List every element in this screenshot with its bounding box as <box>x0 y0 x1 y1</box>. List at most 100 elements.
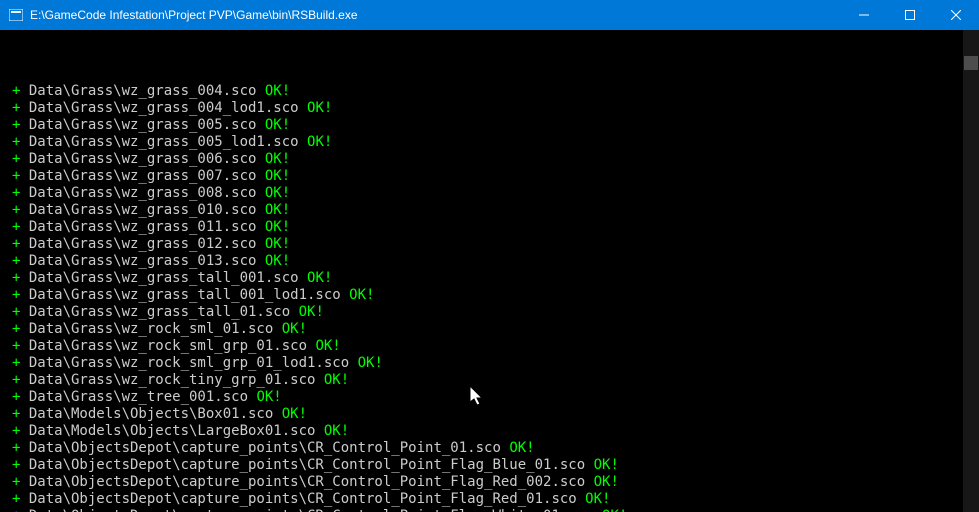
plus-prefix: + <box>12 168 29 184</box>
file-path: Data\Grass\wz_rock_tiny_grp_01.sco <box>29 372 316 388</box>
file-path: Data\Models\Objects\Box01.sco <box>29 406 273 422</box>
console-line: + Data\Grass\wz_rock_sml_grp_01.sco OK! <box>12 338 975 355</box>
file-path: Data\Grass\wz_grass_004.sco <box>29 83 257 99</box>
file-path: Data\ObjectsDepot\capture_points\CR_Cont… <box>29 491 577 507</box>
plus-prefix: + <box>12 508 29 512</box>
status-ok: OK! <box>324 423 349 439</box>
plus-prefix: + <box>12 100 29 116</box>
console-line: + Data\Grass\wz_grass_tall_001_lod1.sco … <box>12 287 975 304</box>
plus-prefix: + <box>12 134 29 150</box>
status-ok: OK! <box>265 236 290 252</box>
file-path: Data\Grass\wz_grass_013.sco <box>29 253 257 269</box>
file-path: Data\Grass\wz_grass_006.sco <box>29 151 257 167</box>
console-line: + Data\ObjectsDepot\capture_points\CR_Co… <box>12 457 975 474</box>
file-path: Data\ObjectsDepot\capture_points\CR_Cont… <box>29 508 594 512</box>
file-path: Data\Grass\wz_grass_007.sco <box>29 168 257 184</box>
window-controls <box>841 0 979 30</box>
window-title: E:\GameCode Infestation\Project PVP\Game… <box>30 8 841 22</box>
status-ok: OK! <box>307 100 332 116</box>
plus-prefix: + <box>12 372 29 388</box>
console-line: + Data\Grass\wz_rock_sml_grp_01_lod1.sco… <box>12 355 975 372</box>
plus-prefix: + <box>12 389 29 405</box>
console-output[interactable]: + Data\Grass\wz_grass_004.sco OK!+ Data\… <box>0 30 979 512</box>
console-line: + Data\Models\Objects\LargeBox01.sco OK! <box>12 423 975 440</box>
plus-prefix: + <box>12 474 29 490</box>
file-path: Data\Grass\wz_grass_tall_001.sco <box>29 270 299 286</box>
status-ok: OK! <box>265 202 290 218</box>
maximize-button[interactable] <box>887 0 933 30</box>
plus-prefix: + <box>12 423 29 439</box>
plus-prefix: + <box>12 321 29 337</box>
file-path: Data\ObjectsDepot\capture_points\CR_Cont… <box>29 474 585 490</box>
status-ok: OK! <box>265 151 290 167</box>
console-line: + Data\Grass\wz_grass_013.sco OK! <box>12 253 975 270</box>
console-line: + Data\Grass\wz_grass_004_lod1.sco OK! <box>12 100 975 117</box>
console-line: + Data\Grass\wz_grass_005.sco OK! <box>12 117 975 134</box>
file-path: Data\Grass\wz_grass_011.sco <box>29 219 257 235</box>
console-line: + Data\Grass\wz_grass_004.sco OK! <box>12 83 975 100</box>
file-path: Data\Models\Objects\LargeBox01.sco <box>29 423 316 439</box>
plus-prefix: + <box>12 287 29 303</box>
plus-prefix: + <box>12 117 29 133</box>
status-ok: OK! <box>594 474 619 490</box>
file-path: Data\Grass\wz_tree_001.sco <box>29 389 248 405</box>
status-ok: OK! <box>602 508 627 512</box>
file-path: Data\Grass\wz_grass_005_lod1.sco <box>29 134 299 150</box>
file-path: Data\Grass\wz_grass_012.sco <box>29 236 257 252</box>
status-ok: OK! <box>265 185 290 201</box>
plus-prefix: + <box>12 219 29 235</box>
plus-prefix: + <box>12 355 29 371</box>
file-path: Data\Grass\wz_grass_010.sco <box>29 202 257 218</box>
status-ok: OK! <box>594 457 619 473</box>
file-path: Data\Grass\wz_rock_sml_grp_01_lod1.sco <box>29 355 349 371</box>
close-button[interactable] <box>933 0 979 30</box>
console-line: + Data\Models\Objects\Box01.sco OK! <box>12 406 975 423</box>
console-line: + Data\ObjectsDepot\capture_points\CR_Co… <box>12 474 975 491</box>
file-path: Data\Grass\wz_grass_tall_01.sco <box>29 304 290 320</box>
status-ok: OK! <box>315 338 340 354</box>
status-ok: OK! <box>585 491 610 507</box>
console-line: + Data\Grass\wz_grass_tall_001.sco OK! <box>12 270 975 287</box>
plus-prefix: + <box>12 83 29 99</box>
app-icon <box>8 7 24 23</box>
status-ok: OK! <box>265 253 290 269</box>
status-ok: OK! <box>349 287 374 303</box>
status-ok: OK! <box>299 304 324 320</box>
file-path: Data\Grass\wz_grass_004_lod1.sco <box>29 100 299 116</box>
file-path: Data\ObjectsDepot\capture_points\CR_Cont… <box>29 440 501 456</box>
plus-prefix: + <box>12 185 29 201</box>
plus-prefix: + <box>12 457 29 473</box>
console-line: + Data\Grass\wz_grass_008.sco OK! <box>12 185 975 202</box>
console-line: + Data\Grass\wz_tree_001.sco OK! <box>12 389 975 406</box>
status-ok: OK! <box>265 83 290 99</box>
status-ok: OK! <box>358 355 383 371</box>
file-path: Data\ObjectsDepot\capture_points\CR_Cont… <box>29 457 585 473</box>
plus-prefix: + <box>12 253 29 269</box>
file-path: Data\Grass\wz_grass_008.sco <box>29 185 257 201</box>
scrollbar-thumb[interactable] <box>964 56 978 70</box>
plus-prefix: + <box>12 236 29 252</box>
status-ok: OK! <box>282 406 307 422</box>
console-line: + Data\Grass\wz_rock_sml_01.sco OK! <box>12 321 975 338</box>
plus-prefix: + <box>12 406 29 422</box>
console-line: + Data\Grass\wz_grass_010.sco OK! <box>12 202 975 219</box>
minimize-button[interactable] <box>841 0 887 30</box>
console-line: + Data\Grass\wz_rock_tiny_grp_01.sco OK! <box>12 372 975 389</box>
plus-prefix: + <box>12 338 29 354</box>
status-ok: OK! <box>509 440 534 456</box>
status-ok: OK! <box>265 219 290 235</box>
file-path: Data\Grass\wz_rock_sml_grp_01.sco <box>29 338 307 354</box>
scrollbar-track[interactable] <box>963 30 979 512</box>
console-line: + Data\Grass\wz_grass_011.sco OK! <box>12 219 975 236</box>
console-line: + Data\ObjectsDepot\capture_points\CR_Co… <box>12 440 975 457</box>
status-ok: OK! <box>307 270 332 286</box>
plus-prefix: + <box>12 151 29 167</box>
status-ok: OK! <box>307 134 332 150</box>
console-line: + Data\ObjectsDepot\capture_points\CR_Co… <box>12 508 975 512</box>
titlebar[interactable]: E:\GameCode Infestation\Project PVP\Game… <box>0 0 979 30</box>
console-line: + Data\Grass\wz_grass_005_lod1.sco OK! <box>12 134 975 151</box>
file-path: Data\Grass\wz_grass_tall_001_lod1.sco <box>29 287 341 303</box>
window: E:\GameCode Infestation\Project PVP\Game… <box>0 0 979 512</box>
console-line: + Data\Grass\wz_grass_006.sco OK! <box>12 151 975 168</box>
file-path: Data\Grass\wz_grass_005.sco <box>29 117 257 133</box>
